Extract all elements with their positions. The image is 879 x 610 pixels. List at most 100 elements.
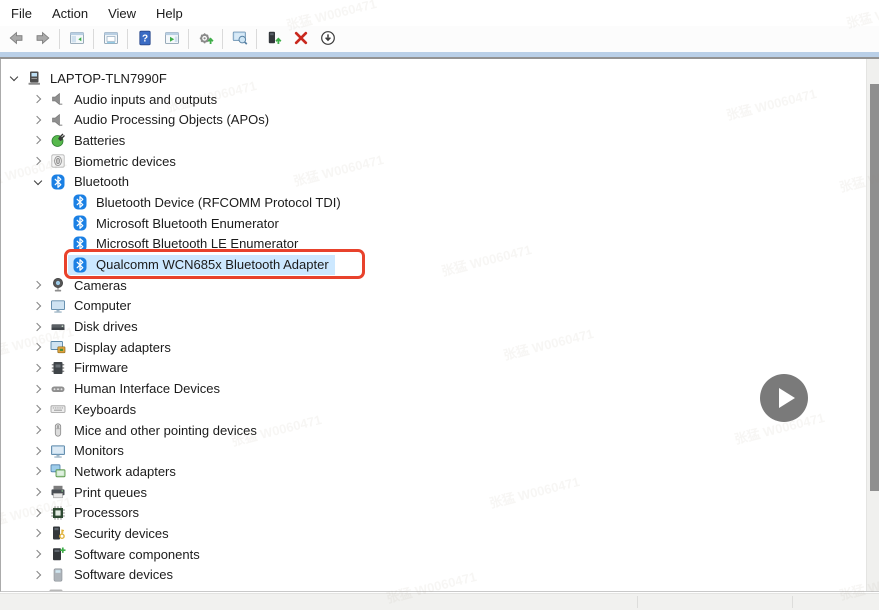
tree-item-content: Processors <box>46 503 145 523</box>
tree-item-software-components[interactable]: Software components <box>2 544 866 565</box>
tree-item-cameras[interactable]: Cameras <box>2 275 866 296</box>
properties-button[interactable] <box>98 28 123 51</box>
menu-help[interactable]: Help <box>146 2 193 25</box>
menu-file[interactable]: File <box>1 2 42 25</box>
tree-item-security-devices[interactable]: Security devices <box>2 523 866 544</box>
chevron-right-icon[interactable] <box>30 443 46 459</box>
chevron-right-icon[interactable] <box>30 401 46 417</box>
disk-drive-icon <box>50 319 66 335</box>
vertical-scrollbar[interactable] <box>866 59 879 591</box>
tree-item-label: Cameras <box>74 278 127 293</box>
tree-item-content: Bluetooth Device (RFCOMM Protocol TDI) <box>68 192 347 212</box>
chevron-right-icon[interactable] <box>30 463 46 479</box>
security-device-icon <box>50 525 66 541</box>
tree-item-content: Human Interface Devices <box>46 379 226 399</box>
chevron-right-icon[interactable] <box>30 132 46 148</box>
workstation-icon <box>26 70 42 86</box>
tree-item-firmware[interactable]: Firmware <box>2 358 866 379</box>
help-icon: ? <box>137 30 153 49</box>
tree-item-print-queues[interactable]: Print queues <box>2 482 866 503</box>
tree-item-label: Computer <box>74 298 131 313</box>
tree-item-audio-processing-objects-apos[interactable]: Audio Processing Objects (APOs) <box>2 109 866 130</box>
chevron-right-icon[interactable] <box>30 484 46 500</box>
tree-item-content: Display adapters <box>46 337 177 357</box>
action-pane-icon <box>164 30 180 49</box>
menu-bar: File Action View Help <box>0 0 879 26</box>
update-driver-button[interactable] <box>193 28 218 51</box>
chevron-right-icon[interactable] <box>30 567 46 583</box>
chevron-right-icon[interactable] <box>30 546 46 562</box>
menu-action[interactable]: Action <box>42 2 98 25</box>
red-x-icon <box>293 30 309 49</box>
monitor-icon <box>50 443 66 459</box>
show-console-tree-button[interactable] <box>64 28 89 51</box>
device-tree: LAPTOP-TLN7990FAudio inputs and outputsA… <box>2 59 866 591</box>
toolbar-separator <box>127 29 128 49</box>
tree-item-content: Network adapters <box>46 461 182 481</box>
scrollbar-thumb[interactable] <box>870 84 879 491</box>
tree-item-monitors[interactable]: Monitors <box>2 440 866 461</box>
chevron-right-icon[interactable] <box>30 298 46 314</box>
show-action-pane-button[interactable] <box>159 28 184 51</box>
bluetooth-icon <box>72 194 88 210</box>
tree-item-microsoft-bluetooth-enumerator[interactable]: Microsoft Bluetooth Enumerator <box>2 213 866 234</box>
tree-item-label: Security devices <box>74 526 169 541</box>
chevron-right-icon[interactable] <box>30 319 46 335</box>
tree-item-display-adapters[interactable]: Display adapters <box>2 337 866 358</box>
chevron-right-icon[interactable] <box>30 381 46 397</box>
tree-item-audio-inputs-and-outputs[interactable]: Audio inputs and outputs <box>2 89 866 110</box>
fingerprint-icon <box>50 153 66 169</box>
tree-item-human-interface-devices[interactable]: Human Interface Devices <box>2 378 866 399</box>
tree-item-qualcomm-wcn685x-bluetooth-adapter[interactable]: Qualcomm WCN685x Bluetooth Adapter <box>2 254 866 275</box>
chevron-right-icon[interactable] <box>30 339 46 355</box>
add-drivers-button[interactable] <box>261 28 286 51</box>
forward-button[interactable] <box>30 28 55 51</box>
tree-item-content: Print queues <box>46 482 153 502</box>
tree-item-label: Print queues <box>74 485 147 500</box>
tree-item-keyboards[interactable]: Keyboards <box>2 399 866 420</box>
tree-item-processors[interactable]: Processors <box>2 502 866 523</box>
status-bar <box>0 593 879 610</box>
chevron-right-icon[interactable] <box>30 360 46 376</box>
chevron-right-icon[interactable] <box>30 277 46 293</box>
tree-item-batteries[interactable]: Batteries <box>2 130 866 151</box>
tree-item-label: Keyboards <box>74 402 136 417</box>
tree-item-network-adapters[interactable]: Network adapters <box>2 461 866 482</box>
scan-hardware-changes-button[interactable] <box>227 28 252 51</box>
tree-item-content: Software devices <box>46 565 179 585</box>
play-button-overlay[interactable] <box>760 374 808 422</box>
back-button[interactable] <box>3 28 28 51</box>
tree-item-disk-drives[interactable]: Disk drives <box>2 316 866 337</box>
speaker-icon <box>50 91 66 107</box>
tree-item-software-devices[interactable]: Software devices <box>2 565 866 586</box>
tree-item-content: Biometric devices <box>46 151 182 171</box>
chevron-right-icon[interactable] <box>30 153 46 169</box>
chevron-down-icon[interactable] <box>30 174 46 190</box>
software-device-icon <box>50 567 66 583</box>
tree-item-biometric-devices[interactable]: Biometric devices <box>2 151 866 172</box>
tree-item-bluetooth-device-rfcomm-protocol-tdi[interactable]: Bluetooth Device (RFCOMM Protocol TDI) <box>2 192 866 213</box>
menu-view[interactable]: View <box>98 2 146 25</box>
help-button[interactable]: ? <box>132 28 157 51</box>
firmware-icon <box>50 360 66 376</box>
tree-item-microsoft-bluetooth-le-enumerator[interactable]: Microsoft Bluetooth LE Enumerator <box>2 234 866 255</box>
chevron-right-icon[interactable] <box>30 112 46 128</box>
tree-item-content: Software components <box>46 544 206 564</box>
chevron-right-icon[interactable] <box>30 505 46 521</box>
chevron-right-icon[interactable] <box>30 525 46 541</box>
tree-item-mice-and-other-pointing-devices[interactable]: Mice and other pointing devices <box>2 420 866 441</box>
tree-item-laptop-tln7990f[interactable]: LAPTOP-TLN7990F <box>2 68 866 89</box>
tree-item-computer[interactable]: Computer <box>2 296 866 317</box>
tree-item-label: Disk drives <box>74 319 138 334</box>
tree-item-bluetooth[interactable]: Bluetooth <box>2 171 866 192</box>
tree-item-label: Microsoft Bluetooth LE Enumerator <box>96 236 298 251</box>
tree-item-partial[interactable] <box>2 585 866 591</box>
chevron-down-icon[interactable] <box>6 70 22 86</box>
tree-item-content: LAPTOP-TLN7990F <box>22 68 173 88</box>
uninstall-device-button[interactable] <box>288 28 313 51</box>
speaker-icon <box>50 112 66 128</box>
chevron-right-icon[interactable] <box>30 91 46 107</box>
disable-device-button[interactable] <box>315 28 340 51</box>
chevron-right-icon[interactable] <box>30 422 46 438</box>
statusbar-divider <box>792 596 793 608</box>
